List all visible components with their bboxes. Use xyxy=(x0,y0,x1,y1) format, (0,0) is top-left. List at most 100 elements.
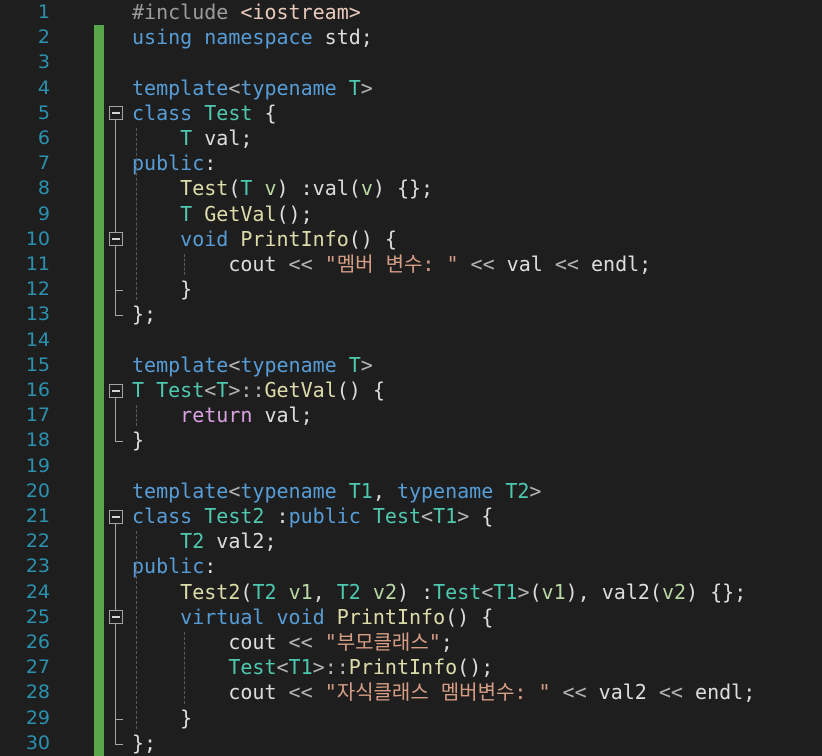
code-line[interactable]: template<typename T> xyxy=(0,353,822,378)
code-text: T Test<T>::GetVal() { xyxy=(132,378,385,403)
code-token: }; xyxy=(132,302,157,327)
code-line[interactable] xyxy=(0,328,822,353)
code-token: ( xyxy=(529,579,542,604)
code-line[interactable]: T2 val2; xyxy=(0,529,822,554)
code-token: < xyxy=(481,579,494,604)
code-token: ) {}; xyxy=(686,579,747,604)
code-line[interactable]: Test<T1>::PrintInfo(); xyxy=(0,655,822,680)
code-line[interactable] xyxy=(0,50,822,75)
code-token: GetVal xyxy=(264,378,337,402)
code-token: << xyxy=(470,252,495,276)
code-line[interactable]: cout << "자식클래스 멤버변수: " << val2 << endl; xyxy=(0,680,822,705)
code-line[interactable]: template<typename T1, typename T2> xyxy=(0,479,822,504)
code-token: } xyxy=(132,277,193,302)
code-line[interactable]: } xyxy=(0,277,822,302)
code-token: v1 xyxy=(541,579,566,604)
code-line[interactable]: class Test2 :public Test<T1> { xyxy=(0,504,822,529)
code-token: PrintInfo xyxy=(348,655,458,680)
code-token: template xyxy=(132,352,229,377)
code-line[interactable]: public: xyxy=(0,554,822,579)
indent-guide xyxy=(136,531,137,729)
code-text: Test(T v) :val(v) {}; xyxy=(132,176,433,201)
code-text: template<typename T> xyxy=(132,76,373,101)
code-line[interactable]: T GetVal(); xyxy=(0,202,822,227)
code-line[interactable]: using namespace std; xyxy=(0,25,822,50)
code-token: cout xyxy=(132,680,289,705)
code-text: #include <iostream> xyxy=(132,0,361,25)
code-line[interactable]: public: xyxy=(0,151,822,176)
code-line[interactable]: } xyxy=(0,428,822,453)
code-line[interactable]: class Test { xyxy=(0,101,822,126)
code-token: () { xyxy=(348,226,397,251)
code-line[interactable]: T val; xyxy=(0,126,822,151)
code-line[interactable]: virtual void PrintInfo() { xyxy=(0,605,822,630)
code-token: "자식클래스 멤버변수: " xyxy=(324,680,551,705)
code-token: } xyxy=(132,705,193,730)
code-text: T GetVal(); xyxy=(132,202,312,227)
code-line[interactable] xyxy=(0,454,822,479)
code-token: : xyxy=(264,504,289,528)
code-token: T1 xyxy=(348,478,373,503)
code-line[interactable]: cout << "부모클래스"; xyxy=(0,630,822,655)
code-token: Test xyxy=(180,176,229,201)
code-token: typename xyxy=(240,478,337,503)
code-line[interactable]: }; xyxy=(0,302,822,327)
code-token: Test xyxy=(372,504,422,528)
code-token: () { xyxy=(445,604,494,629)
code-token: { xyxy=(469,504,494,528)
code-token: ( xyxy=(228,176,241,201)
code-token: public xyxy=(288,504,361,528)
code-token: val2; xyxy=(204,529,277,554)
code-line[interactable]: Test2(T2 v1, T2 v2) :Test<T1>(v1), val2(… xyxy=(0,580,822,605)
code-token: <iostream> xyxy=(240,0,361,24)
code-token: } xyxy=(132,428,145,453)
code-token: v xyxy=(264,176,277,201)
code-token: val; xyxy=(252,403,313,428)
code-line[interactable]: return val; xyxy=(0,403,822,428)
code-token: virtual xyxy=(180,604,265,629)
code-token: T1 xyxy=(288,655,313,680)
code-text: Test2(T2 v1, T2 v2) :Test<T1>(v1), val2(… xyxy=(132,580,746,605)
code-line[interactable]: } xyxy=(0,706,822,731)
code-text: T2 val2; xyxy=(132,529,277,554)
code-token: Test xyxy=(204,100,253,125)
code-token: template xyxy=(132,478,229,503)
code-line[interactable]: Test(T v) :val(v) {}; xyxy=(0,176,822,201)
code-token: < xyxy=(228,478,241,503)
code-token: Test xyxy=(156,378,205,402)
code-token: T xyxy=(240,176,253,201)
code-token: using xyxy=(132,25,193,50)
code-token: () { xyxy=(336,378,385,402)
code-token: T2 xyxy=(505,478,530,503)
code-line[interactable]: void PrintInfo() { xyxy=(0,227,822,252)
code-token: ) {}; xyxy=(372,176,434,201)
code-token: v xyxy=(360,176,373,201)
code-token: { xyxy=(252,100,277,125)
code-token: PrintInfo xyxy=(240,226,349,251)
code-line[interactable]: cout << "멤버 변수: " << val << endl; xyxy=(0,252,822,277)
code-line[interactable]: }; xyxy=(0,731,822,756)
code-token: ( xyxy=(240,579,253,604)
code-line[interactable]: template<typename T> xyxy=(0,76,822,101)
code-token: T2 xyxy=(336,579,361,604)
code-text: public: xyxy=(132,151,216,176)
code-token: std; xyxy=(312,25,373,50)
code-line[interactable]: T Test<T>::GetVal() { xyxy=(0,378,822,403)
code-token: v2 xyxy=(372,579,397,604)
code-line[interactable]: #include <iostream> xyxy=(0,0,822,25)
code-editor[interactable]: 1 2 3 4 5 6 7 8 9 10 11 12 13 14 15 16 17 18 19 20 21 22 23 24 2… xyxy=(0,0,822,756)
code-token: v1 xyxy=(288,579,313,604)
